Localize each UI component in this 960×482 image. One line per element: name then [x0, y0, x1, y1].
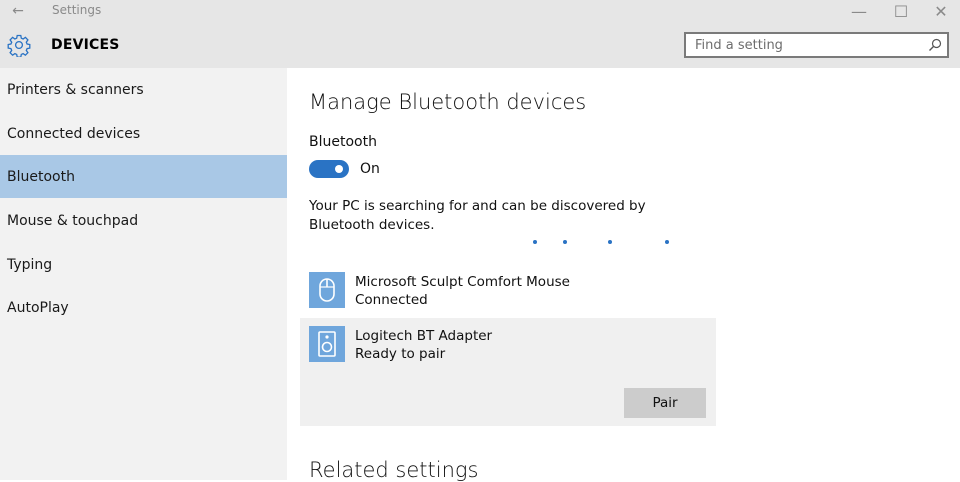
related-settings-heading: Related settings [309, 458, 479, 482]
search-icon[interactable] [927, 37, 943, 53]
device-name: Microsoft Sculpt Comfort Mouse [355, 274, 570, 290]
sidebar-item-label: Mouse & touchpad [7, 212, 139, 229]
minimize-button[interactable]: — [836, 0, 882, 22]
sidebar-item-bluetooth[interactable]: Bluetooth [0, 155, 287, 198]
device-status: Connected [355, 292, 428, 308]
sidebar-item-printers-scanners[interactable]: Printers & scanners [0, 68, 287, 111]
sidebar-item-label: Bluetooth [7, 168, 75, 185]
discovery-status-text: Your PC is searching for and can be disc… [309, 198, 646, 233]
toggle-state-label: On [360, 161, 380, 177]
window-title: Settings [52, 3, 102, 17]
sidebar: Printers & scanners Connected devices Bl… [0, 68, 287, 480]
page-title: Manage Bluetooth devices [309, 90, 587, 114]
sidebar-item-label: Typing [7, 256, 53, 273]
sidebar-item-mouse-touchpad[interactable]: Mouse & touchpad [0, 199, 287, 242]
main-content: Manage Bluetooth devices Bluetooth On Yo… [287, 68, 960, 482]
device-item-selected[interactable]: Logitech BT Adapter Ready to pair Pair [300, 318, 716, 426]
progress-dot [563, 240, 567, 244]
sidebar-item-label: Connected devices [7, 125, 141, 142]
device-name: Logitech BT Adapter [355, 328, 493, 344]
device-status: Ready to pair [355, 346, 446, 362]
sidebar-item-connected-devices[interactable]: Connected devices [0, 112, 287, 155]
sidebar-item-label: Printers & scanners [7, 81, 144, 98]
progress-dot [533, 240, 537, 244]
pair-button[interactable]: Pair [624, 388, 706, 418]
mouse-icon [309, 272, 345, 308]
bluetooth-label: Bluetooth [309, 134, 377, 150]
sidebar-item-autoplay[interactable]: AutoPlay [0, 286, 287, 329]
header: DEVICES [0, 22, 960, 68]
search-input[interactable] [686, 34, 925, 56]
speaker-icon [309, 326, 345, 362]
device-item[interactable]: Microsoft Sculpt Comfort Mouse Connected [300, 268, 716, 324]
bluetooth-toggle[interactable] [309, 160, 349, 178]
sidebar-item-typing[interactable]: Typing [0, 243, 287, 286]
title-bar: ← Settings — ☐ ✕ [0, 0, 960, 22]
progress-dot [665, 240, 669, 244]
close-button[interactable]: ✕ [918, 0, 960, 22]
back-button[interactable]: ← [6, 1, 30, 21]
gear-icon [7, 34, 31, 57]
progress-dot [608, 240, 612, 244]
section-title: DEVICES [51, 37, 120, 53]
toggle-knob [335, 165, 343, 173]
search-box[interactable] [684, 32, 949, 58]
sidebar-item-label: AutoPlay [7, 299, 69, 316]
